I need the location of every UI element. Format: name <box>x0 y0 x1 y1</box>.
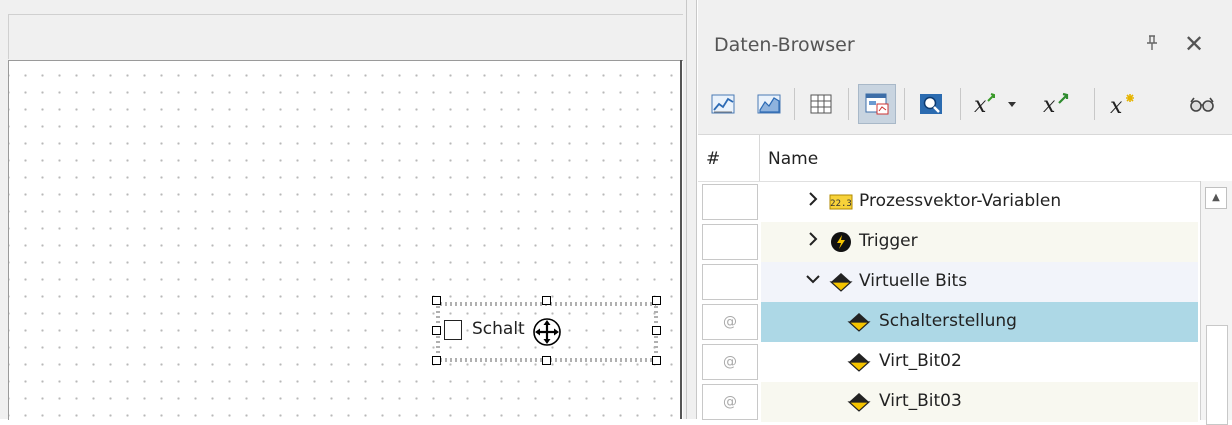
svg-text:x: x <box>1110 94 1123 117</box>
scroll-thumb[interactable] <box>1206 325 1228 425</box>
row-index-cell[interactable]: @ <box>702 384 758 420</box>
vertical-scrollbar[interactable]: ▲ <box>1200 181 1232 425</box>
data-browser-panel: Daten-Browser ✕ x x x # Name 22.3 Prozes… <box>698 0 1232 425</box>
tree-row[interactable]: Trigger <box>698 222 1198 262</box>
glasses-icon[interactable] <box>1182 84 1222 124</box>
switch-control[interactable]: Schalt <box>432 296 661 365</box>
tree-row[interactable]: @ Schalterstellung <box>698 302 1198 342</box>
formula-new-icon[interactable]: x <box>1102 84 1146 124</box>
row-label: Virtuelle Bits <box>859 271 968 291</box>
row-index-cell[interactable] <box>702 224 758 260</box>
svg-text:22.3: 22.3 <box>830 199 852 209</box>
row-index-cell[interactable]: @ <box>702 344 758 380</box>
tree-row[interactable]: @ Virt_Bit02 <box>698 342 1198 382</box>
resize-handle-nw[interactable] <box>432 296 441 305</box>
row-index-cell[interactable]: @ <box>702 304 758 340</box>
toolbar-separator <box>1094 88 1095 120</box>
resize-handle-w[interactable] <box>432 326 441 335</box>
svg-text:x: x <box>974 93 987 117</box>
area-chart-icon[interactable] <box>750 84 788 124</box>
row-label: Trigger <box>859 231 918 251</box>
toolbar-separator <box>904 88 905 120</box>
toolbar-separator <box>794 88 795 120</box>
process-vector-icon: 22.3 <box>829 190 853 214</box>
canvas-border <box>680 60 682 419</box>
expand-chevron-icon[interactable] <box>805 191 821 212</box>
line-chart-icon[interactable] <box>704 84 742 124</box>
tree-row[interactable]: @ Virt_Bit03 <box>698 382 1198 422</box>
column-header-index[interactable]: # <box>706 149 720 169</box>
svg-text:x: x <box>1043 93 1056 117</box>
resize-handle-e[interactable] <box>652 326 661 335</box>
design-canvas[interactable] <box>8 60 683 420</box>
tree-row[interactable]: 22.3 Prozessvektor-Variablen <box>698 182 1198 222</box>
virtual-bit-icon <box>829 270 853 294</box>
curve-window-icon[interactable] <box>858 84 896 124</box>
resize-handle-s[interactable] <box>542 356 551 365</box>
toolbar-separator <box>848 88 849 120</box>
row-name-cell[interactable]: 22.3 Prozessvektor-Variablen <box>761 182 1198 222</box>
pin-icon[interactable] <box>1142 34 1162 58</box>
row-name-cell[interactable]: Schalterstellung <box>761 302 1198 342</box>
close-icon[interactable]: ✕ <box>1182 30 1206 58</box>
scroll-up-icon[interactable]: ▲ <box>1205 187 1227 209</box>
toolbar-separator <box>960 88 961 120</box>
table-icon[interactable] <box>802 84 840 124</box>
column-header-name[interactable]: Name <box>768 149 818 169</box>
row-name-cell[interactable]: Trigger <box>761 222 1198 262</box>
formula-dropdown-icon[interactable]: x <box>970 84 1032 124</box>
row-name-cell[interactable]: Virt_Bit02 <box>761 342 1198 382</box>
resize-handle-n[interactable] <box>542 296 551 305</box>
switch-label: Schalt <box>472 319 525 339</box>
column-divider[interactable] <box>759 135 760 181</box>
resize-handle-ne[interactable] <box>652 296 661 305</box>
row-label: Schalterstellung <box>879 311 1017 331</box>
virtual-bit-icon <box>847 350 871 374</box>
row-label: Virt_Bit02 <box>879 351 962 371</box>
zoom-icon[interactable] <box>912 84 950 124</box>
row-name-cell[interactable]: Virtuelle Bits <box>761 262 1198 302</box>
switch-checkbox[interactable] <box>444 320 462 340</box>
panel-splitter[interactable] <box>686 0 697 419</box>
channel-tree-table: # Name 22.3 Prozessvektor-Variablen Trigge… <box>698 134 1232 425</box>
move-cursor-icon <box>533 318 561 346</box>
virtual-bit-icon <box>847 310 871 334</box>
resize-handle-se[interactable] <box>652 356 661 365</box>
resize-handle-sw[interactable] <box>432 356 441 365</box>
trigger-icon <box>829 230 853 254</box>
row-name-cell[interactable]: Virt_Bit03 <box>761 382 1198 422</box>
designer-toolbar-area <box>8 14 683 59</box>
expand-chevron-icon[interactable] <box>805 231 821 252</box>
tree-row[interactable]: Virtuelle Bits <box>698 262 1198 302</box>
table-header: # Name <box>698 135 1232 182</box>
row-label: Virt_Bit03 <box>879 391 962 411</box>
data-browser-toolbar: x x x <box>698 78 1232 130</box>
virtual-bit-icon <box>847 390 871 414</box>
collapse-chevron-icon[interactable] <box>805 271 821 292</box>
formula-export-icon[interactable]: x <box>1036 84 1082 124</box>
row-index-cell[interactable] <box>702 184 758 220</box>
row-label: Prozessvektor-Variablen <box>859 191 1062 211</box>
panel-title: Daten-Browser <box>714 34 855 56</box>
row-index-cell[interactable] <box>702 264 758 300</box>
curve-window-designer: Schalt <box>0 0 686 420</box>
